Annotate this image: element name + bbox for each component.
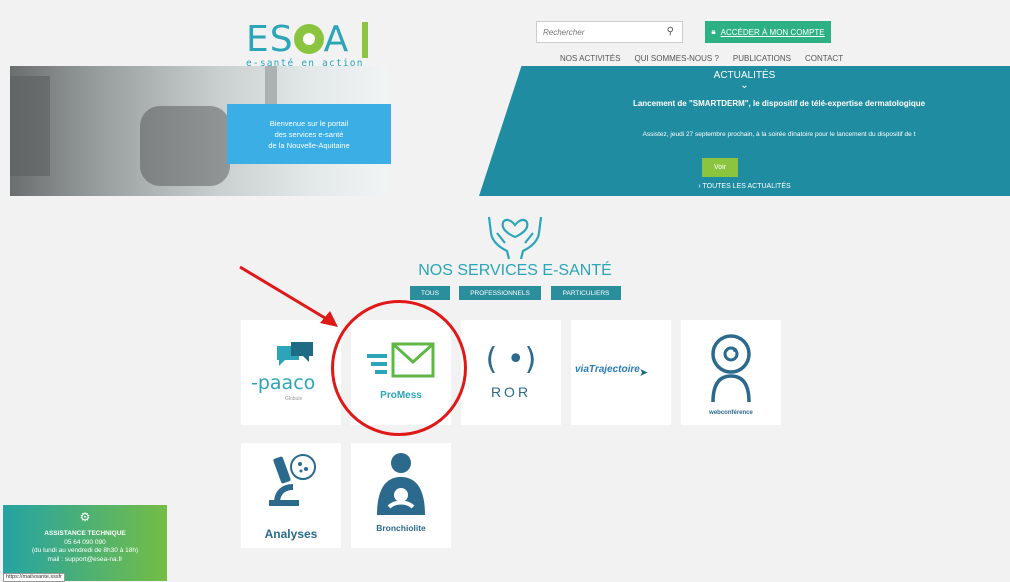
all-news-link[interactable]: › TOUTES LES ACTUALITÉS (479, 183, 1010, 190)
service-card-analyses[interactable]: Analyses (241, 443, 341, 548)
assistance-widget[interactable]: ⚙ ASSISTANCE TECHNIQUE 05 64 090 090 (du… (3, 505, 167, 581)
service-card-webconference[interactable]: webconférence (681, 320, 781, 425)
arrow-right-icon: ➤ (639, 367, 649, 379)
logo[interactable]: ES A (246, 22, 366, 62)
hands-heart-icon (487, 216, 543, 260)
logo-c-icon (293, 24, 324, 54)
gear-icon: ⚙ (79, 510, 91, 524)
filter-tous[interactable]: TOUS (410, 286, 450, 300)
welcome-line-1: Bienvenue sur le portail (269, 118, 349, 128)
voir-button[interactable]: Voir (702, 158, 738, 177)
ror-logo-icon: ( •) (485, 342, 537, 377)
service-card-viatrajectoire[interactable]: viaTrajectoire ➤ (571, 320, 671, 425)
logo-side-bar (362, 22, 368, 58)
webcam-icon (711, 334, 751, 403)
viatrajectoire-label: viaTrajectoire (575, 364, 640, 375)
main-nav: NOS ACTIVITÉS QUI SOMMES-NOUS ? PUBLICAT… (560, 54, 843, 63)
services-title: NOS SERVICES E-SANTÉ (418, 262, 612, 279)
nav-item-contact[interactable]: CONTACT (805, 54, 843, 63)
chat-bubbles-icon (277, 342, 313, 366)
lock-icon: 🔒︎ (711, 27, 716, 36)
search-input[interactable] (537, 22, 669, 43)
analyses-label: Analyses (264, 527, 318, 541)
news-panel: ACTUALITÉS ⌄ Lancement de "SMARTDERM", l… (479, 66, 1010, 196)
account-button[interactable]: 🔒︎ ACCÉDER À MON COMPTE (705, 21, 831, 43)
welcome-line-2: des services e-santé (274, 129, 344, 139)
bronchiolite-label: Bronchiolite (376, 523, 426, 533)
assistance-title: ASSISTANCE TECHNIQUE (44, 530, 126, 537)
assistance-hours: (du lundi au vendredi de 8h30 à 18h) (31, 547, 139, 554)
welcome-box: Bienvenue sur le portail des services e-… (227, 104, 391, 164)
nav-item-publications[interactable]: PUBLICATIONS (733, 54, 791, 63)
red-circle-annotation (331, 300, 467, 436)
service-card-ror[interactable]: ( •) ROR (461, 320, 561, 425)
search-box[interactable]: ⚲ (536, 21, 683, 43)
welcome-line-3: de la Nouvelle-Aquitaine (268, 140, 350, 150)
logo-text-left: ES (246, 19, 294, 60)
parent-child-icon (377, 453, 425, 515)
news-text: Assistez, jeudi 27 septembre prochain, à… (642, 131, 916, 138)
filter-professionnels[interactable]: PROFESSIONNELS (459, 286, 541, 300)
red-arrow-annotation (239, 265, 338, 327)
chevron-down-icon[interactable]: ⌄ (479, 80, 1010, 91)
assistance-mail[interactable]: mail : support@esea-na.fr (3, 556, 167, 565)
news-headline[interactable]: Lancement de "SMARTDERM", le dispositif … (629, 99, 929, 109)
search-icon[interactable]: ⚲ (667, 26, 674, 37)
logo-text-right: A (323, 19, 350, 60)
paaco-label: -paaco (251, 372, 316, 394)
ror-label: ROR (490, 384, 532, 400)
all-news-label: TOUTES LES ACTUALITÉS (702, 183, 791, 190)
microscope-icon (269, 454, 316, 506)
service-card-paaco[interactable]: -paaco Globule (241, 320, 341, 425)
nav-item-qui-sommes-nous[interactable]: QUI SOMMES-NOUS ? (634, 54, 718, 63)
webconference-label: webconférence (709, 410, 753, 416)
account-button-label: ACCÉDER À MON COMPTE (720, 27, 825, 37)
assistance-phone: 05 64 090 090 (64, 538, 106, 546)
nav-item-activites[interactable]: NOS ACTIVITÉS (560, 54, 620, 63)
service-card-bronchiolite[interactable]: Bronchiolite (351, 443, 451, 548)
filter-particuliers[interactable]: PARTICULIERS (551, 286, 621, 300)
paaco-sublabel: Globule (285, 396, 303, 402)
